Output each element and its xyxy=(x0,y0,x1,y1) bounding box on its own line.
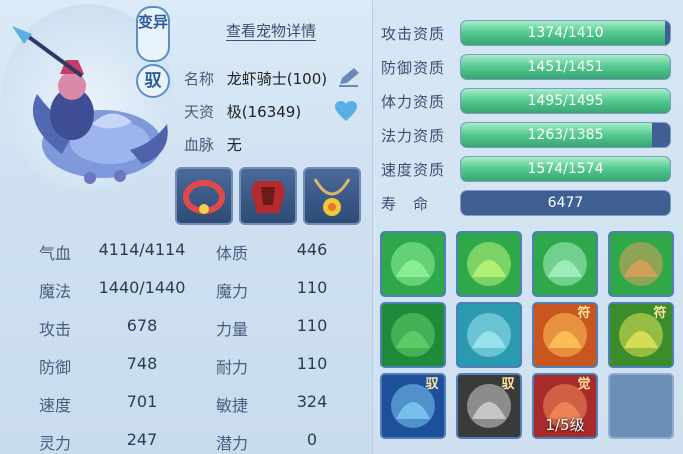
aptitude-label: 攻击资质 xyxy=(381,25,446,43)
aptitude-bar: 1374/1410 xyxy=(460,20,671,46)
collar-icon xyxy=(183,180,225,214)
skill-level: 1/5级 xyxy=(545,416,585,434)
ride-badge: 驭 xyxy=(136,64,170,98)
pet-bloodline-row: 血脉 无 xyxy=(184,134,242,155)
aptitude-bar: 1451/1451 xyxy=(460,54,671,80)
skill-slot-6[interactable] xyxy=(456,302,522,368)
equip-slot-3[interactable] xyxy=(303,167,361,225)
stat-label: 魔力 xyxy=(216,282,249,301)
lifespan-value: 6477 xyxy=(547,195,584,211)
mutation-badge: 变异 xyxy=(136,6,170,62)
boot-icon xyxy=(610,233,672,295)
skill-slot-4[interactable] xyxy=(608,231,674,297)
skill-tag: 驭 xyxy=(501,377,515,392)
aptitude-value: 1495/1495 xyxy=(527,93,604,109)
aptitude-value: 1451/1451 xyxy=(527,59,604,75)
skill-slot-5[interactable] xyxy=(380,302,446,368)
stat-label: 魔法 xyxy=(39,282,72,301)
stat-label: 速度 xyxy=(39,396,72,415)
mutation-badge-text: 变异 xyxy=(138,13,169,31)
stat-label: 体质 xyxy=(216,244,249,263)
skill-slot-11[interactable]: 觉 1/5级 xyxy=(532,373,598,439)
armor-icon xyxy=(251,181,285,213)
stat-label: 潜力 xyxy=(216,434,249,453)
pet-bloodline-value: 无 xyxy=(226,136,242,154)
stat-value: 247 xyxy=(126,430,158,449)
stat-value: 678 xyxy=(126,316,158,335)
lifespan-bar: 6477 xyxy=(460,190,671,216)
stat-value: 110 xyxy=(296,278,328,297)
skill-slot-12[interactable] xyxy=(608,373,674,439)
aptitude-value: 1374/1410 xyxy=(527,25,604,41)
aptitude-value: 1574/1574 xyxy=(527,161,604,177)
amulet-icon xyxy=(313,178,351,216)
pet-info-panel: 变异 驭 查看宠物详情 名称 龙虾骑士(100) 天资 极(16349) 血脉 … xyxy=(0,0,372,454)
heart-wings-icon xyxy=(458,233,520,295)
pet-talent-label: 天资 xyxy=(184,103,215,121)
view-pet-details-link[interactable]: 查看宠物详情 xyxy=(226,20,316,41)
skill-slot-8[interactable]: 符 xyxy=(608,302,674,368)
aptitude-label: 速度资质 xyxy=(381,161,446,179)
pet-talent-value: 极(16349) xyxy=(226,103,302,121)
rename-pencil-icon[interactable] xyxy=(336,66,362,88)
skill-tag: 驭 xyxy=(425,377,439,392)
favorite-heart-icon[interactable] xyxy=(334,100,358,122)
stat-value: 446 xyxy=(296,240,328,259)
skill-tag: 符 xyxy=(653,306,667,321)
aptitude-bar: 1495/1495 xyxy=(460,88,671,114)
skill-slot-7[interactable]: 符 xyxy=(532,302,598,368)
stat-label: 敏捷 xyxy=(216,396,249,415)
aptitude-bar: 1263/1385 xyxy=(460,122,671,148)
skill-tag: 觉 xyxy=(577,377,591,392)
stat-label: 灵力 xyxy=(39,434,72,453)
skill-slot-3[interactable] xyxy=(532,231,598,297)
pet-talent-row: 天资 极(16349) xyxy=(184,101,301,122)
stat-value: 110 xyxy=(296,316,328,335)
stat-value: 701 xyxy=(126,392,158,411)
equip-slot-1[interactable] xyxy=(175,167,233,225)
skill-tag: 符 xyxy=(577,306,591,321)
stat-value: 110 xyxy=(296,354,328,373)
pet-name-row: 名称 龙虾骑士(100) xyxy=(184,68,327,89)
aptitude-label: 防御资质 xyxy=(381,59,446,77)
horse-kick-icon xyxy=(382,304,444,366)
pet-name-label: 名称 xyxy=(184,70,215,88)
equip-slot-2[interactable] xyxy=(239,167,297,225)
aptitude-label: 体力资质 xyxy=(381,93,446,111)
stat-value: 4114/4114 xyxy=(98,240,186,259)
stat-value: 0 xyxy=(306,430,318,449)
skill-slot-9[interactable]: 驭 xyxy=(380,373,446,439)
pet-bloodline-label: 血脉 xyxy=(184,136,215,154)
skill-slot-1[interactable] xyxy=(380,231,446,297)
skill-slot-10[interactable]: 驭 xyxy=(456,373,522,439)
green-swirl-icon xyxy=(534,233,596,295)
ride-badge-text: 驭 xyxy=(144,71,162,91)
skill-slot-2[interactable] xyxy=(456,231,522,297)
stat-label: 气血 xyxy=(39,244,72,263)
pet-name-value: 龙虾骑士(100) xyxy=(226,70,328,88)
white-wings-icon xyxy=(382,233,444,295)
stat-value: 1440/1440 xyxy=(98,278,186,297)
lifespan-label: 寿 命 xyxy=(381,195,430,213)
aptitude-label: 法力资质 xyxy=(381,127,446,145)
aptitude-value: 1263/1385 xyxy=(527,127,604,143)
water-hand-icon xyxy=(458,304,520,366)
stat-label: 力量 xyxy=(216,320,249,339)
stat-label: 防御 xyxy=(39,358,72,377)
stat-value: 748 xyxy=(126,354,158,373)
stat-value: 324 xyxy=(296,392,328,411)
aptitude-bar: 1574/1574 xyxy=(460,156,671,182)
stat-label: 攻击 xyxy=(39,320,72,339)
stat-label: 耐力 xyxy=(216,358,249,377)
